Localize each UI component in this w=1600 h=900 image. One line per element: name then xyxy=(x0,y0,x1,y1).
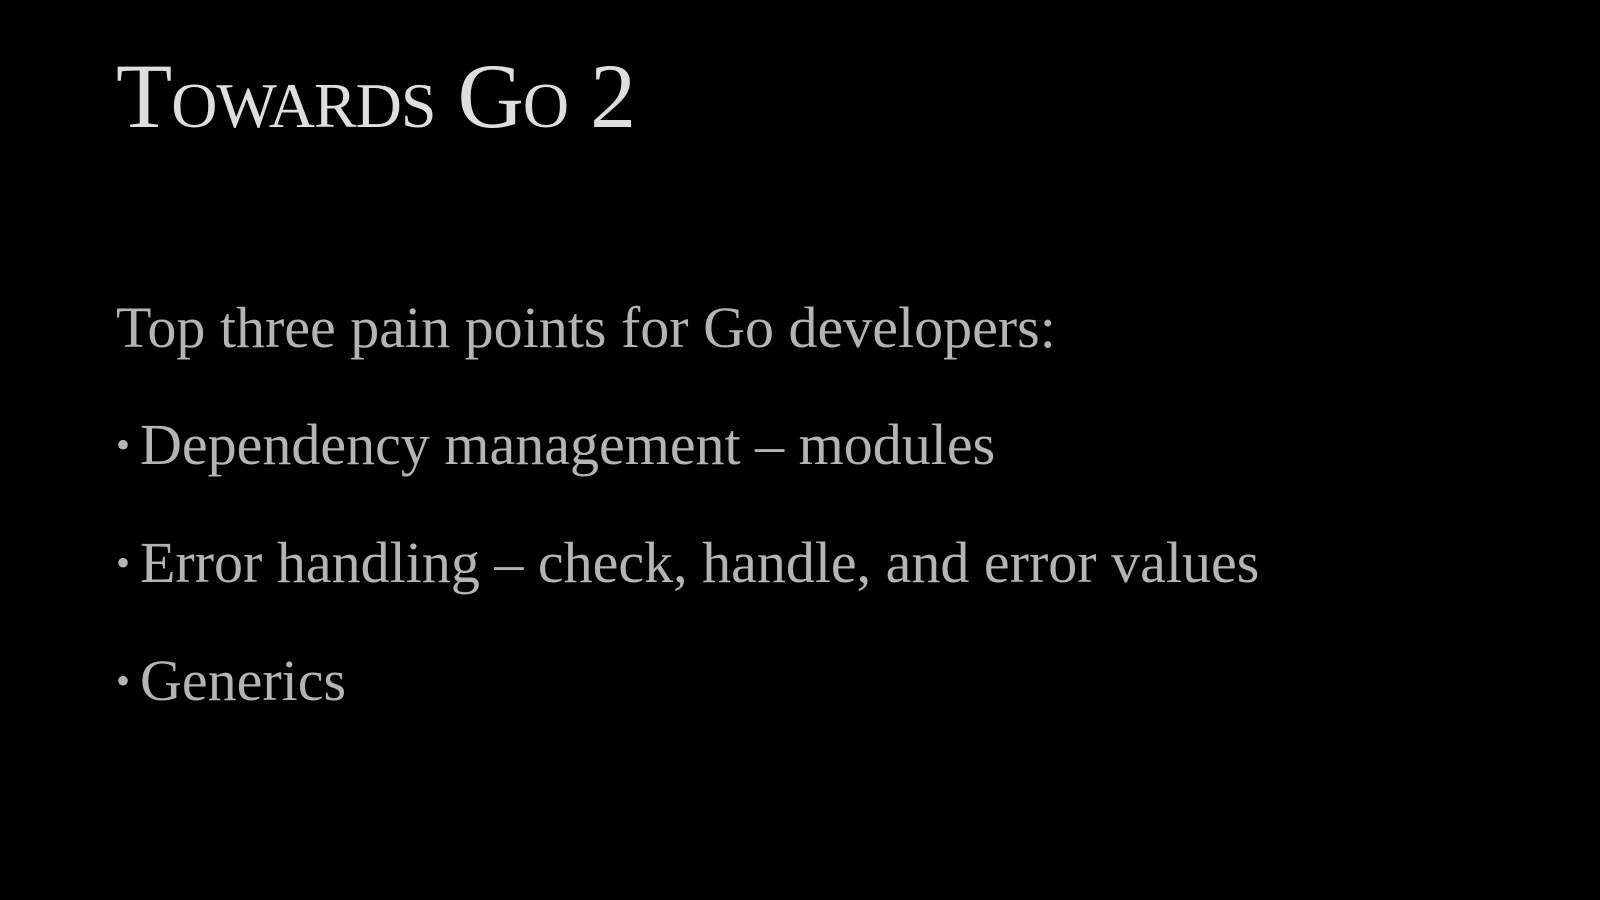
slide-title: Towards Go 2 xyxy=(116,45,636,147)
bullet-item-dependency-management: • Dependency management – modules xyxy=(116,416,1259,534)
bullet-text: Generics xyxy=(140,648,347,713)
bullet-icon: • xyxy=(116,658,131,703)
bullet-text: Error handling – check, handle, and erro… xyxy=(140,530,1260,595)
bullet-icon: • xyxy=(116,540,131,585)
bullet-icon: • xyxy=(116,422,131,467)
slide: Towards Go 2 Top three pain points for G… xyxy=(0,0,1600,900)
bullet-list: • Dependency management – modules • Erro… xyxy=(116,416,1259,770)
bullet-item-error-handling: • Error handling – check, handle, and er… xyxy=(116,534,1259,652)
bullet-item-generics: • Generics xyxy=(116,652,1259,770)
bullet-text: Dependency management – modules xyxy=(140,412,996,477)
slide-intro: Top three pain points for Go developers: xyxy=(116,295,1056,360)
